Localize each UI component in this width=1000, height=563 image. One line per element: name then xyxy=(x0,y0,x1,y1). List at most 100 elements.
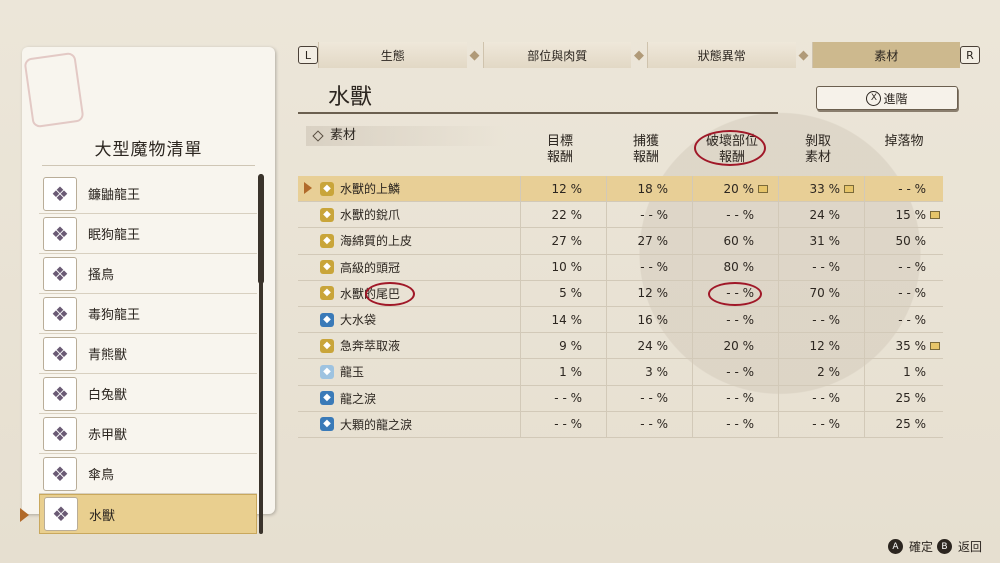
tab-status[interactable]: 狀態異常 xyxy=(647,42,796,68)
multiple-parts-icon xyxy=(844,185,854,193)
monster-name: 搔鳥 xyxy=(88,268,115,283)
confirm-label: 確定 xyxy=(908,540,933,554)
monster-list-item[interactable]: ❖ 傘鳥 xyxy=(39,454,257,494)
monster-list: ❖ 鐮鼬龍王 ❖ 眠狗龍王 ❖ 搔鳥 ❖ 毒狗龍王 ❖ 青熊獸 ❖ 白兔獸 ❖ 赤甲獸 ❖ 傘鳥 ❖ 水獸 xyxy=(20,174,257,534)
monster-list-item[interactable]: ❖ 眠狗龍王 xyxy=(39,214,257,254)
reward-rate-cell: - - % xyxy=(640,260,668,275)
monster-list-item[interactable]: ❖ 赤甲獸 xyxy=(39,414,257,454)
material-name: 海綿質的上皮 xyxy=(340,234,413,249)
reward-rate-cell: 9 % xyxy=(559,338,582,353)
monster-name: 眠狗龍王 xyxy=(88,228,141,243)
tab-bar: L 生態 ◆ 部位與肉質 ◆ 狀態異常 ◆ 素材 R xyxy=(298,42,980,68)
material-row[interactable]: ◆ 海綿質的上皮 27 % 27 % 60 % 31 % 50 % xyxy=(298,228,943,255)
reward-rate-cell: 27 % xyxy=(637,233,669,248)
annotation-circle xyxy=(694,130,766,166)
material-row[interactable]: ◆ 水獸的銳爪 22 % - - % - - % 24 % 15 % xyxy=(298,202,943,229)
monster-list-item[interactable]: ❖ 毒狗龍王 xyxy=(39,294,257,334)
reward-rate-cell: 12 % xyxy=(637,286,669,301)
column-header-line: 素材 xyxy=(804,150,831,165)
column-header-drop: 掉落物 xyxy=(864,134,944,150)
column-header-capture: 捕獲 報酬 xyxy=(606,134,686,166)
reward-rate-cell: 31 % xyxy=(809,233,841,248)
monster-name: 青熊獸 xyxy=(88,348,128,363)
material-name: 水獸的銳爪 xyxy=(340,208,401,223)
monster-name-heading: 水獸 xyxy=(298,78,778,114)
column-header-line: 報酬 xyxy=(632,150,659,165)
material-item-icon: ◆ xyxy=(320,286,334,301)
tab-materials[interactable]: 素材 xyxy=(811,42,960,68)
material-row[interactable]: ◆ 大水袋 14 % 16 % - - % - - % - - % xyxy=(298,306,943,334)
reward-rate-cell: 10 % xyxy=(551,260,583,275)
reward-rate-cell: 80 % xyxy=(723,260,755,275)
column-header-target: 目標 報酬 xyxy=(520,134,600,166)
reward-rate-cell: - - % xyxy=(812,391,840,406)
material-row[interactable]: ◆ 水獸的上鱗 12 % 18 % 20 % 33 % - - % xyxy=(298,176,943,203)
scroll-thumb[interactable] xyxy=(258,174,264,284)
material-row[interactable]: ◆ 高級的頭冠 10 % - - % 80 % - - % - - % xyxy=(298,254,943,281)
reward-rate-cell: - - % xyxy=(898,286,926,301)
monster-list-item[interactable]: ❖ 青熊獸 xyxy=(39,334,257,374)
reward-rate-cell: 1 % xyxy=(559,364,582,379)
reward-rate-cell: - - % xyxy=(554,391,582,406)
reward-rate-cell: 3 % xyxy=(645,364,668,379)
monster-list-item[interactable]: ❖ 鐮鼬龍王 xyxy=(39,174,257,214)
scrollbar[interactable] xyxy=(258,174,264,534)
material-row[interactable]: ◆ 龍玉 1 % 3 % - - % 2 % 1 % xyxy=(298,359,943,386)
reward-rate-cell: 50 % xyxy=(895,233,927,248)
monster-portrait-icon: ❖ xyxy=(43,416,77,451)
stamp-decoration xyxy=(23,51,85,129)
column-header-line: 報酬 xyxy=(546,150,573,165)
reward-rate-cell: - - % xyxy=(640,207,668,222)
material-row[interactable]: ◆ 急奔萃取液 9 % 24 % 20 % 12 % 35 % xyxy=(298,333,943,360)
material-name: 龍之淚 xyxy=(340,391,377,406)
monster-list-panel: 大型魔物清單 ❖ 鐮鼬龍王 ❖ 眠狗龍王 ❖ 搔鳥 ❖ 毒狗龍王 ❖ 青熊獸 ❖ 白兔獸 ❖ 赤甲獸 ❖ 傘鳥… xyxy=(20,47,275,534)
multiple-parts-icon xyxy=(758,185,768,193)
reward-rate-cell: - - % xyxy=(898,260,926,275)
material-name: 急奔萃取液 xyxy=(340,339,401,354)
material-item-icon: ◆ xyxy=(320,233,334,248)
material-item-icon: ◆ xyxy=(320,391,334,406)
reward-rate-cell: 27 % xyxy=(551,233,583,248)
row-cursor-icon xyxy=(304,182,312,194)
l-button-icon[interactable]: L xyxy=(298,46,318,64)
advanced-button[interactable]: X 進階 xyxy=(816,86,958,110)
r-button-icon[interactable]: R xyxy=(960,46,980,64)
monster-portrait-icon: ❖ xyxy=(43,456,77,491)
tab-parts[interactable]: 部位與肉質 xyxy=(482,42,631,68)
b-button-icon[interactable]: B xyxy=(936,539,952,554)
reward-rate-cell: 60 % xyxy=(723,233,755,248)
diamond-icon xyxy=(312,130,324,142)
monster-name: 水獸 xyxy=(89,508,116,524)
material-item-icon: ◆ xyxy=(320,364,334,379)
reward-rate-cell: 24 % xyxy=(637,338,669,353)
reward-rate-cell: - - % xyxy=(640,417,668,432)
selection-cursor-icon xyxy=(20,508,29,522)
material-name: 大顆的龍之淚 xyxy=(340,417,413,432)
material-item-icon: ◆ xyxy=(320,260,334,275)
monster-list-item[interactable]: ❖ 搔鳥 xyxy=(39,254,257,294)
reward-rate-cell: - - % xyxy=(726,207,754,222)
multiple-parts-icon xyxy=(930,342,940,351)
tab-ecology[interactable]: 生態 xyxy=(318,42,467,68)
materials-table: ◆ 水獸的上鱗 12 % 18 % 20 % 33 % - - % ◆ 水獸的銳爪 22 % - -… xyxy=(298,176,943,438)
material-row[interactable]: ◆ 龍之淚 - - % - - % - - % - - % 25 % xyxy=(298,385,943,412)
reward-rate-cell: - - % xyxy=(554,417,582,432)
monster-list-item[interactable]: ❖ 白兔獸 xyxy=(39,374,257,414)
divider xyxy=(42,165,255,166)
section-label: 素材 xyxy=(306,126,506,146)
material-name: 大水袋 xyxy=(340,313,377,328)
column-header-line: 目標 xyxy=(546,134,573,149)
a-button-icon[interactable]: A xyxy=(887,539,903,554)
monster-name: 鐮鼬龍王 xyxy=(88,188,141,203)
reward-rate-cell: 12 % xyxy=(809,338,841,353)
monster-list-item[interactable]: ❖ 水獸 xyxy=(20,494,257,534)
monster-portrait-icon: ❖ xyxy=(43,256,77,291)
reward-rate-cell: - - % xyxy=(812,312,840,327)
reward-rate-cell: 25 % xyxy=(895,417,927,432)
material-item-icon: ◆ xyxy=(320,312,334,327)
button-hints: A 確定 B 返回 xyxy=(887,538,982,555)
material-row[interactable]: ◆ 大顆的龍之淚 - - % - - % - - % - - % 25 % xyxy=(298,411,943,438)
material-name: 龍玉 xyxy=(340,365,365,380)
material-item-icon: ◆ xyxy=(320,338,334,353)
material-item-icon: ◆ xyxy=(320,207,334,222)
